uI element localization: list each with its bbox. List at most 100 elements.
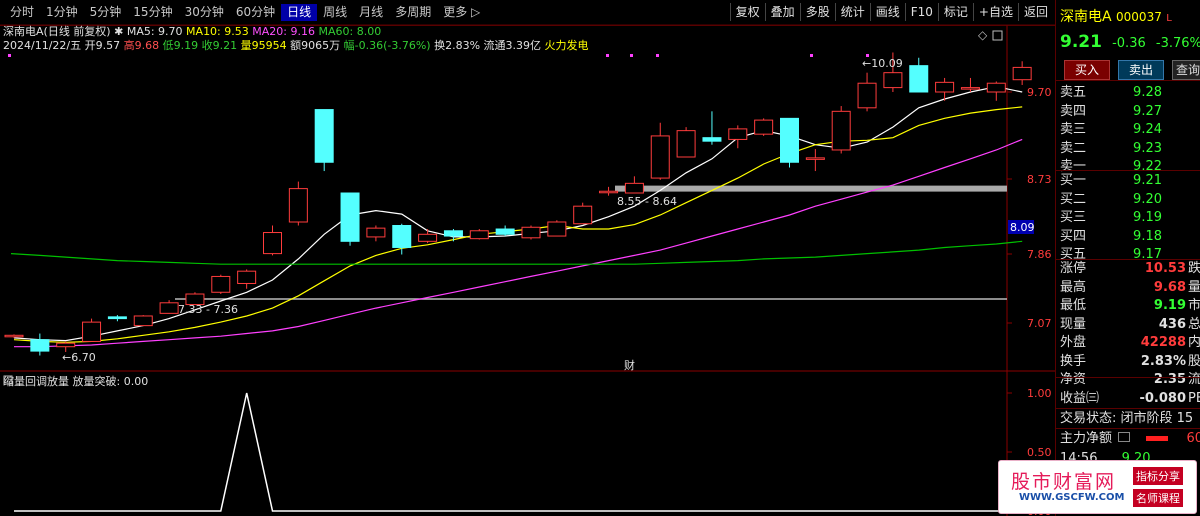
book-price: 9.28 (1133, 85, 1162, 100)
buy-button[interactable]: 买入 (1064, 60, 1110, 80)
book-price: 9.23 (1133, 140, 1162, 156)
stock-code: 000037 (1116, 10, 1162, 24)
low-marker: ←6.70 (62, 351, 96, 364)
stat-row: 外盘 42288内盘 (1060, 334, 1200, 352)
maximize-icon (992, 30, 1003, 41)
ma60-line (10, 240, 1023, 265)
candle-up (935, 81, 955, 93)
candle-up (521, 226, 541, 239)
signal-dot (656, 54, 659, 57)
book-row[interactable]: 买二 9.20 (1060, 191, 1200, 209)
book-row[interactable]: 卖五 9.28 (1060, 84, 1200, 102)
watermark-logo: 股市财富网 WWW.GSCFW.COM 指标分享 名师课程 (998, 460, 1197, 514)
main-flow-label: 主力净额 (1060, 431, 1113, 446)
candle-up (211, 275, 231, 293)
indicator-line (14, 392, 1023, 512)
stat-label-2: 股本 (1188, 353, 1200, 369)
query-button[interactable]: 查询 (1172, 60, 1200, 80)
book-label: 买二 (1060, 191, 1087, 207)
candlestick-chart[interactable]: 9.70 8.73 7.86 7.07 8.09 ←10.09 ←6.70 8.55 - 8.… (0, 0, 1055, 516)
stat-label-2: 量比 (1188, 279, 1200, 295)
main-flow-row: 主力净额 60 (1060, 430, 1200, 448)
price-axis-label: 7.07 (1027, 317, 1052, 330)
stat-value: 42288 (1140, 335, 1186, 350)
gap-upper-label: 8.55 - 8.64 (617, 195, 677, 208)
signal-dot (810, 54, 813, 57)
gap-lower-label: 7.33 - 7.36 (178, 303, 238, 316)
candle-up (288, 188, 308, 223)
book-label: 买四 (1060, 228, 1087, 244)
price-axis-label: 9.70 (1027, 86, 1052, 99)
book-row[interactable]: 买四 9.18 (1060, 228, 1200, 246)
panel-divider (1056, 259, 1200, 260)
high-marker: ←10.09 (862, 57, 903, 70)
candle-up (599, 190, 619, 194)
stat-label: 最高 (1060, 279, 1087, 295)
stat-row: 收益㈢ -0.080PE(动 (1060, 390, 1200, 408)
panel-divider (1056, 80, 1200, 81)
stock-name: 深南电A (1060, 9, 1112, 25)
book-row[interactable]: 买三 9.19 (1060, 209, 1200, 227)
book-row[interactable]: 卖三 9.24 (1060, 121, 1200, 139)
candle-up (728, 128, 748, 140)
book-row[interactable]: 卖四 9.27 (1060, 103, 1200, 121)
candle-up (418, 233, 438, 242)
stat-value: 9.19 (1153, 298, 1186, 313)
book-row[interactable]: 卖二 9.23 (1060, 140, 1200, 158)
candle-up (56, 342, 76, 348)
candle-down (909, 65, 929, 93)
candle-up (650, 135, 670, 179)
candle-up (624, 182, 644, 194)
candle-down (780, 117, 799, 163)
price-change: -0.36 (1112, 36, 1146, 51)
stat-row: 现量 436总量 (1060, 316, 1200, 334)
book-row[interactable]: 买一 9.21 (1060, 172, 1200, 190)
book-label: 卖三 (1060, 122, 1087, 137)
panel-divider (1056, 428, 1200, 429)
candle-up (805, 157, 825, 160)
candle-up (263, 232, 282, 255)
finance-marker: 财 (624, 358, 635, 372)
diamond-icon: ◇ (978, 28, 988, 42)
stat-label-2: 总量 (1188, 316, 1200, 332)
book-price: 9.27 (1133, 103, 1162, 119)
stat-label-2: 市值 (1188, 298, 1200, 313)
indicator-axis-label: 1.00 (1027, 387, 1052, 400)
sell-button[interactable]: 卖出 (1118, 60, 1164, 80)
signal-dot (630, 54, 633, 57)
candle-up (1012, 66, 1032, 81)
price-row: 9.21 -0.36 -3.76% (1060, 33, 1200, 51)
candle-down (340, 192, 360, 242)
main-flow-value: 60 (1186, 431, 1200, 446)
stat-label: 最低 (1060, 298, 1087, 313)
book-price: 9.20 (1133, 191, 1162, 207)
indicator-axis-label: 0.50 (1027, 446, 1052, 459)
flow-bar (1146, 436, 1169, 441)
book-label: 卖四 (1060, 103, 1087, 119)
candle-up (82, 321, 102, 342)
stat-label-2: 跌停 (1188, 261, 1200, 276)
candle-up (986, 82, 1006, 93)
candle-up (237, 270, 257, 284)
book-label: 买一 (1060, 173, 1087, 188)
panel-divider (1056, 170, 1200, 171)
stock-header: 深南电A 000037 L (1060, 8, 1200, 26)
candle-up (573, 205, 593, 225)
stock-mark: L (1166, 13, 1172, 24)
stat-label: 净资 (1060, 372, 1087, 387)
book-label: 卖二 (1060, 140, 1087, 156)
gap-band-upper (615, 185, 1007, 192)
stat-value: -0.080 (1139, 390, 1186, 406)
panel-divider (1056, 377, 1200, 378)
candle-up (857, 82, 877, 109)
stat-row: 净资 2.35流通 (1060, 371, 1200, 389)
book-label: 卖五 (1060, 85, 1087, 100)
watermark-tag-share: 指标分享 (1133, 467, 1183, 485)
flow-toggle-icon[interactable] (1118, 432, 1131, 442)
stat-label-2: PE(动 (1188, 390, 1200, 406)
stat-row: 最低 9.19市值 (1060, 297, 1200, 315)
quote-panel: 深南电A 000037 L 9.21 -0.36 -3.76% 买入 卖出 查询… (1055, 0, 1200, 516)
stat-label: 收益㈢ (1060, 390, 1100, 406)
book-label: 买三 (1060, 210, 1087, 225)
candle-up (883, 72, 903, 89)
